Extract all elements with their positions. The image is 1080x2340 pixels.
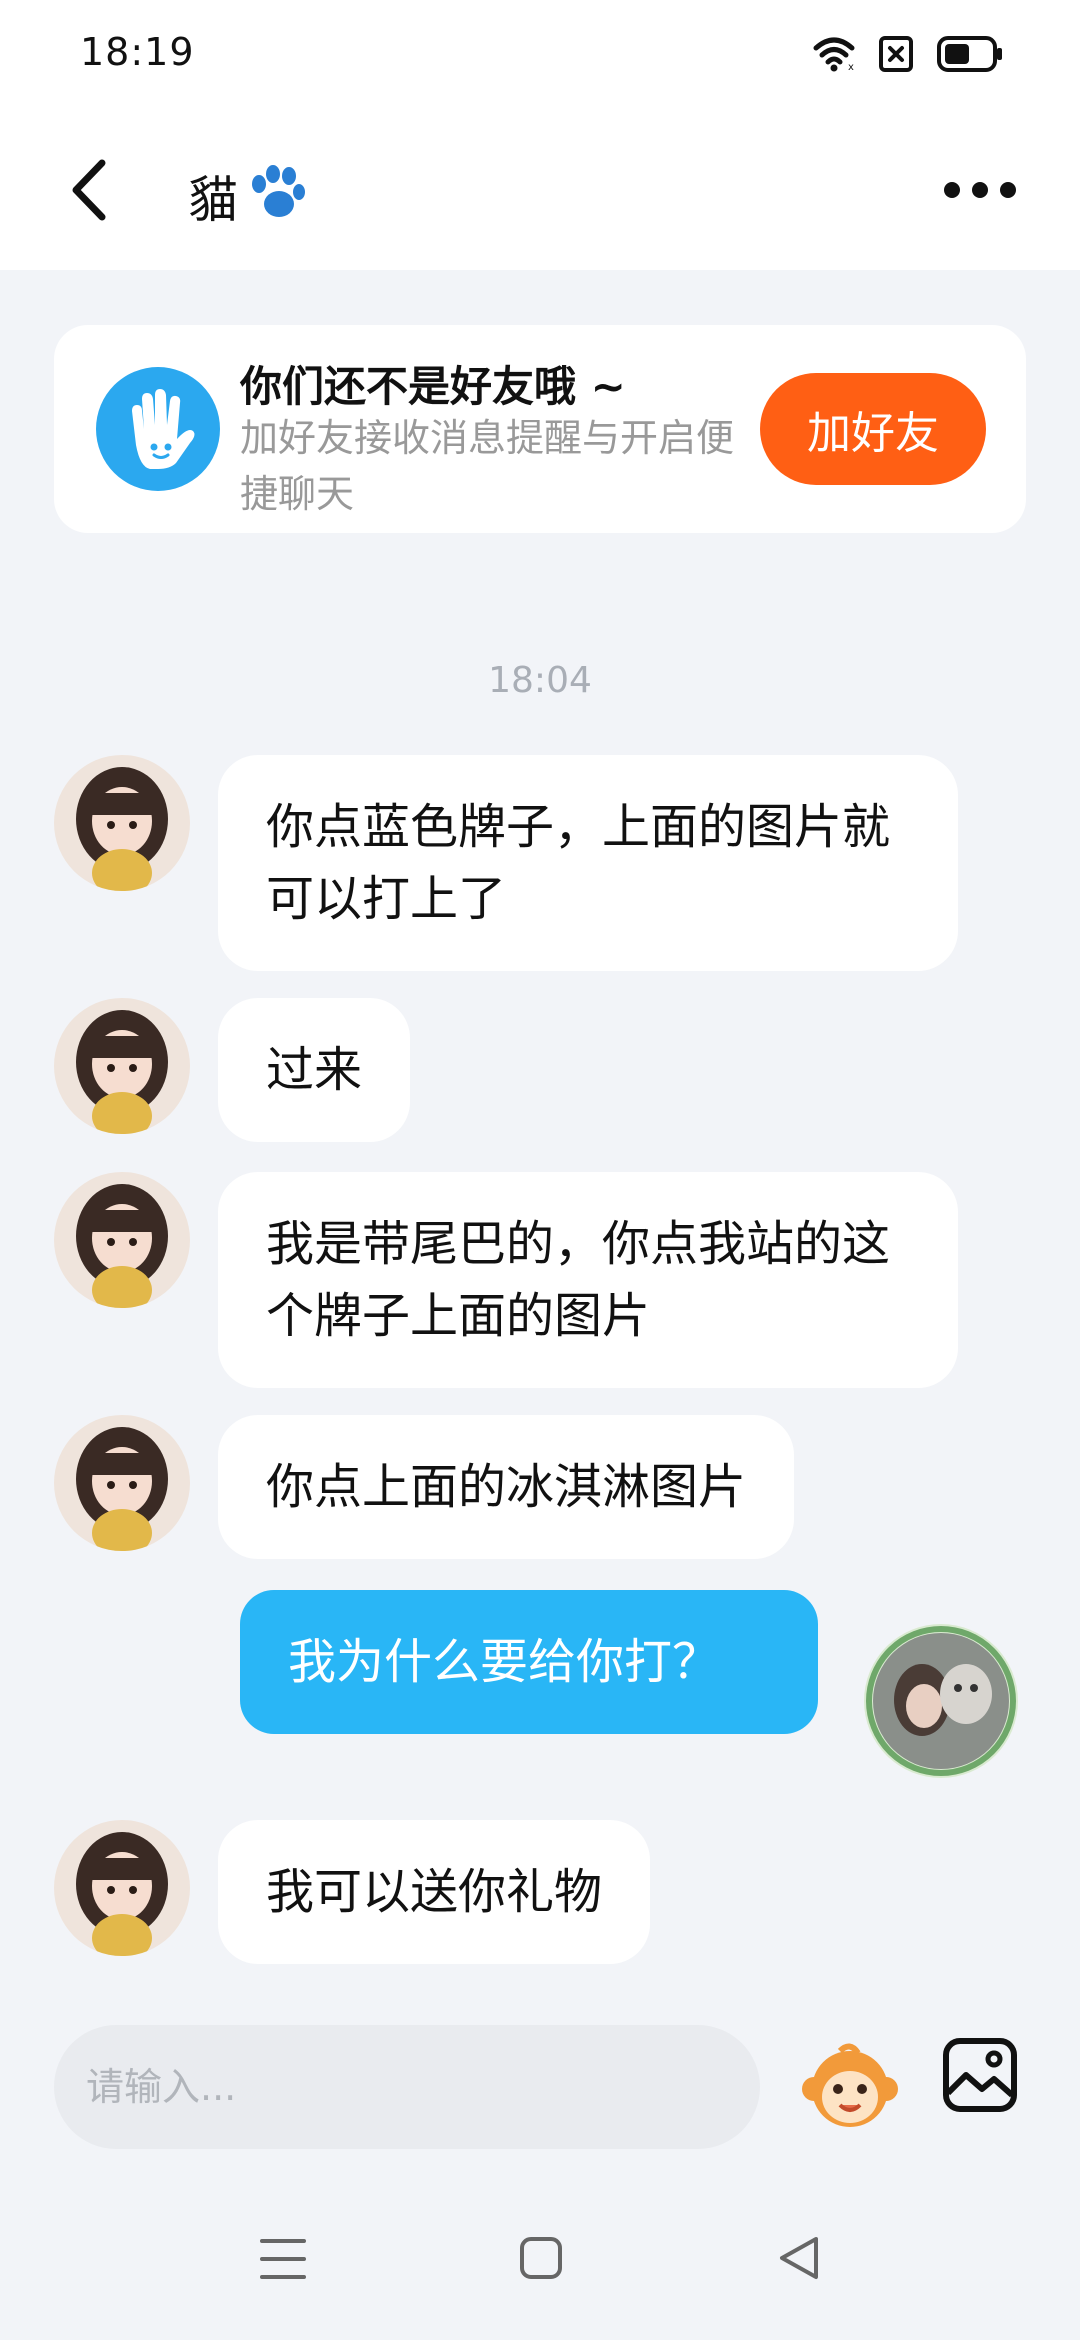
add-friend-button[interactable]: 加好友: [760, 373, 986, 485]
status-time: 18:19: [80, 30, 195, 74]
contact-avatar[interactable]: [54, 1820, 190, 1956]
message-bubble[interactable]: 你点蓝色牌子，上面的图片就可以打上了: [218, 755, 958, 971]
input-bar: [0, 1985, 1080, 2175]
chat-screen: 18:19 x 貓 你们还不是好友哦 ~ 加好友接收消息提醒与开启便捷聊天 加好…: [0, 0, 1080, 2340]
message-bubble[interactable]: 我是带尾巴的，你点我站的这个牌子上面的图片: [218, 1172, 958, 1388]
chat-title: 貓: [188, 171, 238, 229]
contact-avatar[interactable]: [54, 1415, 190, 1551]
system-nav-bar: [0, 2175, 1080, 2340]
status-bar: 18:19 x: [0, 0, 1080, 110]
contact-avatar[interactable]: [54, 998, 190, 1134]
home-icon[interactable]: [518, 2235, 564, 2281]
message-bubble[interactable]: 你点上面的冰淇淋图片: [218, 1415, 795, 1559]
battery-icon: [937, 36, 1002, 72]
sticker-monkey-icon[interactable]: [800, 2037, 900, 2137]
image-icon[interactable]: [942, 2037, 1018, 2113]
message-bubble[interactable]: 过来: [218, 998, 411, 1142]
friend-request-banner: 你们还不是好友哦 ~ 加好友接收消息提醒与开启便捷聊天 加好友: [54, 325, 1026, 533]
banner-subtitle: 加好友接收消息提醒与开启便捷聊天: [240, 416, 735, 516]
chat-header: 貓: [0, 110, 1080, 270]
wifi-icon: x: [813, 37, 855, 72]
paw-icon: [252, 165, 305, 217]
message-timestamp: 18:04: [488, 660, 592, 701]
contact-avatar[interactable]: [54, 1172, 190, 1308]
more-button[interactable]: [940, 170, 1020, 210]
my-message-bubble[interactable]: 我为什么要给你打？: [240, 1590, 818, 1734]
svg-text:x: x: [848, 62, 854, 72]
back-button[interactable]: [60, 155, 120, 225]
contact-avatar[interactable]: [54, 755, 190, 891]
banner-title: 你们还不是好友哦 ~: [240, 362, 626, 411]
message-input[interactable]: [54, 2025, 760, 2149]
status-icons: x: [812, 34, 1004, 74]
message-bubble[interactable]: 我可以送你礼物: [218, 1820, 651, 1964]
my-avatar[interactable]: [862, 1622, 1020, 1780]
nav-back-icon[interactable]: [776, 2235, 822, 2281]
menu-icon[interactable]: [258, 2237, 308, 2281]
wave-hand-icon: [96, 367, 220, 491]
sim-icon: [879, 36, 913, 72]
